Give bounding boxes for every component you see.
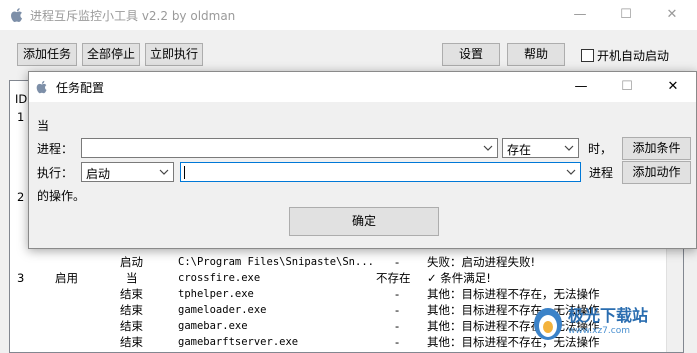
apple-app-icon bbox=[11, 8, 23, 23]
result-cell: 失败：启动进程失败! bbox=[427, 255, 536, 269]
action-select[interactable]: 启动 bbox=[81, 162, 174, 182]
process-combobox[interactable] bbox=[81, 138, 498, 158]
dialog-title-bar: 任务配置 — ☐ ✕ bbox=[29, 72, 696, 102]
settings-button[interactable]: 设置 bbox=[442, 43, 500, 66]
watermark: 极光下载站 www.xz7.com bbox=[528, 296, 693, 350]
table-row-id: 1 bbox=[17, 110, 25, 124]
help-button[interactable]: 帮助 bbox=[507, 43, 565, 66]
process-label: 进程： bbox=[37, 142, 74, 156]
time-suffix-label: 时， bbox=[588, 142, 613, 156]
watermark-url: www.xz7.com bbox=[568, 326, 630, 336]
process-state-cell: - bbox=[395, 255, 400, 269]
id-column-header: ID bbox=[15, 92, 28, 106]
close-button[interactable]: ✕ bbox=[649, 0, 695, 30]
process-state-cell: - bbox=[395, 319, 400, 333]
table-row[interactable]: 3 启用 当 crossfire.exe 不存在 ✓ 条件满足! bbox=[10, 270, 670, 286]
target-process-cell: C:\Program Files\Snipaste\Sn... bbox=[178, 256, 374, 268]
target-process-cell: tphelper.exe bbox=[178, 288, 254, 300]
process-state-cell: - bbox=[395, 287, 400, 301]
target-process-cell: gamebar.exe bbox=[178, 320, 248, 332]
process-state-cell: - bbox=[395, 303, 400, 317]
chevron-down-icon bbox=[483, 145, 493, 151]
add-action-button[interactable]: 添加动作 bbox=[622, 161, 691, 184]
watermark-text: 极光下载站 bbox=[568, 306, 649, 325]
main-title-bar: 进程互斥监控小工具 v2.2 by oldman — ☐ ✕ bbox=[0, 0, 697, 30]
autostart-checkbox[interactable] bbox=[581, 49, 594, 62]
target-process-cell: gamebarftserver.exe bbox=[178, 336, 299, 348]
process-suffix-label: 进程 bbox=[589, 166, 614, 180]
action-type-cell: 结束 bbox=[120, 319, 143, 333]
task-config-dialog: 任务配置 — ☐ ✕ 当 进程： 存在 时， 添加条件 执行： 启动 进程 添加… bbox=[28, 71, 697, 249]
exists-select[interactable]: 存在 bbox=[502, 138, 579, 158]
table-row-id: 2 bbox=[17, 190, 25, 204]
execute-label: 执行： bbox=[37, 166, 74, 180]
target-process-cell: crossfire.exe bbox=[178, 272, 261, 284]
dialog-minimize-button[interactable]: — bbox=[558, 72, 604, 102]
window-title: 进程互斥监控小工具 v2.2 by oldman bbox=[30, 9, 236, 23]
run-now-button[interactable]: 立即执行 bbox=[145, 43, 203, 66]
add-task-button[interactable]: 添加任务 bbox=[17, 43, 77, 66]
apple-app-icon bbox=[36, 80, 47, 94]
target-process-cell: gameloader.exe bbox=[178, 304, 267, 316]
chevron-down-icon bbox=[566, 169, 576, 175]
task-id-cell: 3 bbox=[17, 271, 25, 285]
autostart-label: 开机自动启动 bbox=[597, 49, 670, 63]
table-row[interactable]: 启动 C:\Program Files\Snipaste\Sn... - 失败：启动进… bbox=[10, 254, 670, 270]
result-cell: ✓ 条件满足! bbox=[427, 271, 491, 285]
task-status-cell: 启用 bbox=[55, 271, 78, 285]
chevron-down-icon bbox=[159, 169, 169, 175]
maximize-button[interactable]: ☐ bbox=[603, 0, 649, 30]
action-type-cell: 当 bbox=[126, 271, 138, 285]
action-type-cell: 结束 bbox=[120, 287, 143, 301]
action-type-cell: 结束 bbox=[120, 303, 143, 317]
process-state-cell: 不存在 bbox=[376, 271, 411, 285]
confirm-button[interactable]: 确定 bbox=[289, 207, 439, 236]
action-type-cell: 启动 bbox=[120, 255, 143, 269]
minimize-button[interactable]: — bbox=[557, 0, 603, 30]
dialog-title: 任务配置 bbox=[56, 81, 105, 95]
text-caret bbox=[184, 166, 185, 179]
watermark-logo-icon bbox=[534, 308, 562, 340]
action-target-combobox[interactable] bbox=[180, 162, 581, 182]
when-label: 当 bbox=[37, 119, 50, 133]
stop-all-button[interactable]: 全部停止 bbox=[82, 43, 140, 66]
process-state-cell: - bbox=[395, 335, 400, 349]
chevron-down-icon bbox=[564, 145, 574, 151]
dialog-maximize-button[interactable]: ☐ bbox=[604, 72, 650, 102]
add-condition-button[interactable]: 添加条件 bbox=[622, 137, 691, 160]
operation-suffix-label: 的操作。 bbox=[37, 189, 86, 203]
action-type-cell: 结束 bbox=[120, 335, 143, 349]
dialog-close-button[interactable]: ✕ bbox=[650, 72, 696, 102]
